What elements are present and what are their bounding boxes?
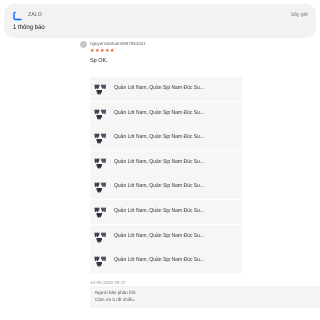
underwear-thumbnail-icon <box>94 182 106 193</box>
underwear-thumbnail-icon <box>94 109 106 120</box>
product-item[interactable]: Quần Lót Nam, Quần Sịp Nam Đúc Su... <box>90 101 242 126</box>
reviewer-avatar[interactable] <box>80 41 87 48</box>
product-item[interactable]: Quần Lót Nam, Quần Sịp Nam Đúc Su... <box>90 126 242 151</box>
underwear-thumbnail-icon <box>94 84 106 95</box>
product-name: Quần Lót Nam, Quần Sịp Nam Đúc Su... <box>114 109 205 116</box>
notification-app-name: ZALO <box>28 12 42 18</box>
product-name: Quần Lót Nam, Quần Sịp Nam Đúc Su... <box>114 183 205 190</box>
product-list: Quần Lót Nam, Quần Sịp Nam Đúc Su... Quần… <box>90 77 242 274</box>
underwear-thumbnail-icon <box>94 207 106 218</box>
underwear-thumbnail-icon <box>94 158 106 169</box>
product-item[interactable]: Quần Lót Nam, Quần Sịp Nam Đúc Su... <box>90 199 242 224</box>
zalo-logo-icon <box>13 11 22 21</box>
notification-time: bây giờ <box>291 12 308 18</box>
underwear-thumbnail-icon <box>94 232 106 243</box>
product-item[interactable]: Quần Lót Nam, Quần Sịp Nam Đúc Su... <box>90 175 242 200</box>
notification-text: 1 thông báo <box>13 25 45 31</box>
product-item[interactable]: Quần Lót Nam, Quần Sịp Nam Đúc Su... <box>90 77 242 101</box>
review-timestamp: 14-05-2020 09:47 <box>90 280 126 285</box>
product-name: Quần Lót Nam, Quần Sịp Nam Đúc Su... <box>114 257 205 264</box>
product-item[interactable]: Quần Lót Nam, Quần Sịp Nam Đúc Su... <box>90 150 242 175</box>
reviewer-username[interactable]: nguyenvantuan0987654321 <box>90 41 146 46</box>
underwear-thumbnail-icon <box>94 133 106 144</box>
zalo-notification[interactable]: ZALO bây giờ 1 thông báo <box>4 4 316 38</box>
product-name: Quần Lót Nam, Quần Sịp Nam Đúc Su... <box>114 158 205 165</box>
product-item[interactable]: Quần Lót Nam, Quần Sịp Nam Đúc Su... <box>90 249 242 274</box>
product-name: Quần Lót Nam, Quần Sịp Nam Đúc Su... <box>114 232 205 239</box>
seller-response: Người bán phản hồi: Cảm ơn b rất nhiều. <box>90 286 320 308</box>
review-text: Sp OK. <box>90 58 108 64</box>
review-screen: ZALO bây giờ 1 thông báo nguyenvantuan09… <box>0 0 320 320</box>
product-name: Quần Lót Nam, Quần Sịp Nam Đúc Su... <box>114 207 205 214</box>
seller-response-text: Cảm ơn b rất nhiều. <box>95 297 135 302</box>
product-name: Quần Lót Nam, Quần Sịp Nam Đúc Su... <box>114 134 205 141</box>
seller-response-label: Người bán phản hồi: <box>95 290 137 295</box>
rating-stars: ★★★★★ <box>90 48 115 54</box>
product-name: Quần Lót Nam, Quần Sịp Nam Đúc Su... <box>114 85 205 91</box>
product-item[interactable]: Quần Lót Nam, Quần Sịp Nam Đúc Su... <box>90 224 242 249</box>
underwear-thumbnail-icon <box>94 256 106 267</box>
